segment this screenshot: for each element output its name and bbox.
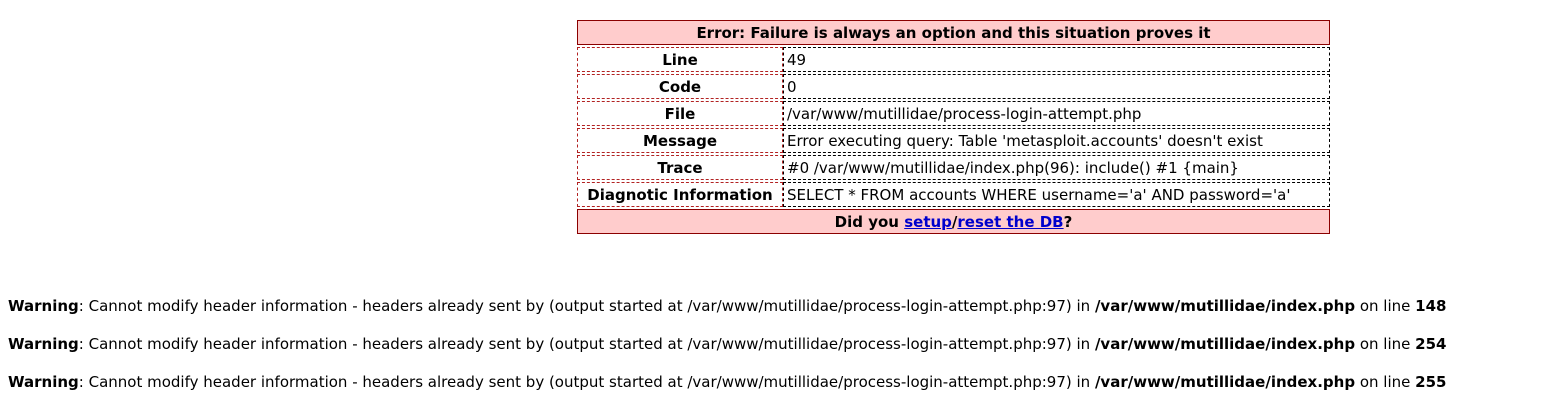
row-label-file: File	[577, 101, 783, 126]
warning-text: : Cannot modify header information - hea…	[78, 297, 1095, 315]
footer-prefix: Did you	[834, 212, 905, 231]
warning-on-line: on line	[1355, 335, 1416, 353]
warning-on-line: on line	[1355, 297, 1416, 315]
warning-line: Warning: Cannot modify header informatio…	[8, 296, 1446, 334]
error-footer: Did you setup/reset the DB?	[577, 209, 1330, 234]
warning-line-number: 255	[1415, 373, 1447, 391]
warning-text: : Cannot modify header information - hea…	[78, 335, 1095, 353]
error-row-trace: Trace #0 /var/www/mutillidae/index.php(9…	[577, 155, 1330, 180]
warning-file: /var/www/mutillidae/index.php	[1094, 373, 1356, 391]
row-label-message: Message	[577, 128, 783, 153]
warning-file: /var/www/mutillidae/index.php	[1094, 297, 1356, 315]
warning-label: Warning	[8, 335, 79, 353]
warning-line-number: 148	[1415, 297, 1447, 315]
row-label-trace: Trace	[577, 155, 783, 180]
row-label-diagnostic: Diagnotic Information	[577, 182, 783, 207]
warning-label: Warning	[8, 373, 79, 391]
error-row-code: Code 0	[577, 74, 1330, 99]
row-value-code: 0	[783, 74, 1330, 99]
reset-db-link[interactable]: reset the DB	[957, 213, 1063, 231]
error-row-diagnostic: Diagnotic Information SELECT * FROM acco…	[577, 182, 1330, 207]
row-value-message: Error executing query: Table 'metasploit…	[783, 128, 1330, 153]
warnings-list: Warning: Cannot modify header informatio…	[8, 296, 1446, 410]
error-table: Error: Failure is always an option and t…	[577, 18, 1330, 236]
error-title-row: Error: Failure is always an option and t…	[577, 20, 1330, 45]
warning-line: Warning: Cannot modify header informatio…	[8, 372, 1446, 410]
error-row-line: Line 49	[577, 47, 1330, 72]
setup-link[interactable]: setup	[904, 213, 952, 231]
row-value-file: /var/www/mutillidae/process-login-attemp…	[783, 101, 1330, 126]
row-value-line: 49	[783, 47, 1330, 72]
warning-line: Warning: Cannot modify header informatio…	[8, 334, 1446, 372]
row-label-line: Line	[577, 47, 783, 72]
warning-file: /var/www/mutillidae/index.php	[1094, 335, 1356, 353]
error-footer-row: Did you setup/reset the DB?	[577, 209, 1330, 234]
footer-suffix: ?	[1063, 212, 1073, 231]
warning-text: : Cannot modify header information - hea…	[78, 373, 1095, 391]
error-title: Error: Failure is always an option and t…	[577, 20, 1330, 45]
error-row-message: Message Error executing query: Table 'me…	[577, 128, 1330, 153]
warning-on-line: on line	[1355, 373, 1416, 391]
row-value-diagnostic: SELECT * FROM accounts WHERE username='a…	[783, 182, 1330, 207]
error-row-file: File /var/www/mutillidae/process-login-a…	[577, 101, 1330, 126]
row-label-code: Code	[577, 74, 783, 99]
row-value-trace: #0 /var/www/mutillidae/index.php(96): in…	[783, 155, 1330, 180]
warning-label: Warning	[8, 297, 79, 315]
warning-line-number: 254	[1415, 335, 1447, 353]
